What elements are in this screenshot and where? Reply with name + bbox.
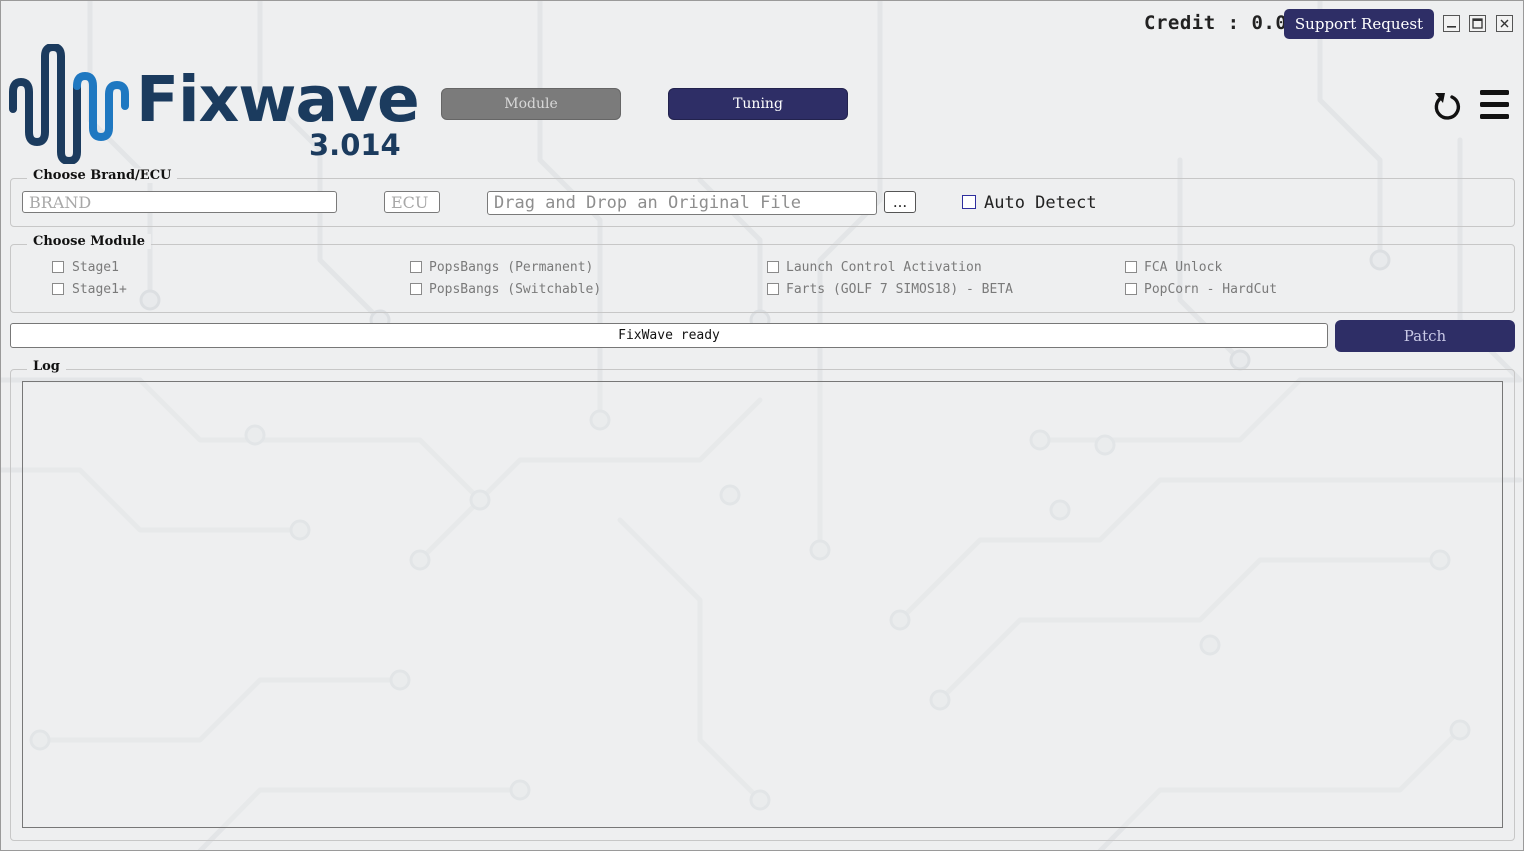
- minimize-button[interactable]: [1443, 15, 1460, 32]
- popsbangs-switchable-checkbox[interactable]: [410, 283, 422, 295]
- stage1-label: Stage1: [72, 260, 119, 275]
- browse-file-button[interactable]: ...: [884, 191, 916, 213]
- close-button[interactable]: [1496, 15, 1513, 32]
- log-group-title: Log: [27, 359, 66, 374]
- launch-control-label: Launch Control Activation: [786, 260, 982, 275]
- farts-label: Farts (GOLF 7 SIMOS18) - BETA: [786, 282, 1013, 297]
- support-request-button[interactable]: Support Request: [1284, 9, 1434, 39]
- stage1-plus-checkbox[interactable]: [52, 283, 64, 295]
- credit-display: Credit : 0.0: [1144, 12, 1288, 34]
- hamburger-menu-icon[interactable]: [1479, 89, 1510, 120]
- original-file-drop-input[interactable]: Drag and Drop an Original File: [487, 191, 877, 215]
- popsbangs-permanent-checkbox[interactable]: [410, 261, 422, 273]
- auto-detect-label: Auto Detect: [984, 193, 1097, 213]
- close-icon: [1500, 19, 1509, 28]
- launch-control-checkbox[interactable]: [767, 261, 779, 273]
- maximize-button[interactable]: [1469, 15, 1486, 32]
- auto-detect-checkbox[interactable]: [962, 195, 976, 209]
- fca-unlock-checkbox[interactable]: [1125, 261, 1137, 273]
- stage1-checkbox[interactable]: [52, 261, 64, 273]
- popsbangs-permanent-label: PopsBangs (Permanent): [429, 260, 594, 275]
- stage1-plus-label: Stage1+: [72, 282, 127, 297]
- maximize-icon: [1472, 18, 1483, 29]
- minimize-icon: [1447, 26, 1456, 28]
- module-mode-button[interactable]: Module: [441, 88, 621, 120]
- brand-ecu-group-title: Choose Brand/ECU: [27, 168, 178, 183]
- popcorn-hardcut-checkbox[interactable]: [1125, 283, 1137, 295]
- app-version: 3.014: [309, 128, 401, 162]
- popsbangs-switchable-label: PopsBangs (Switchable): [429, 282, 602, 297]
- farts-checkbox[interactable]: [767, 283, 779, 295]
- popcorn-hardcut-label: PopCorn - HardCut: [1144, 282, 1278, 297]
- brand-input[interactable]: BRAND: [22, 191, 337, 213]
- tuning-mode-button[interactable]: Tuning: [668, 88, 848, 120]
- fixwave-logo-wave-icon: [9, 44, 129, 164]
- logo-name: Fixwave: [136, 63, 420, 136]
- ecu-input[interactable]: ECU: [384, 191, 440, 213]
- patch-button[interactable]: Patch: [1335, 320, 1515, 352]
- status-bar: FixWave ready: [10, 323, 1328, 348]
- log-output-area[interactable]: [22, 381, 1503, 828]
- reset-icon[interactable]: [1432, 89, 1462, 121]
- module-group-title: Choose Module: [27, 234, 152, 249]
- fca-unlock-label: FCA Unlock: [1144, 260, 1223, 275]
- module-group: [10, 244, 1515, 313]
